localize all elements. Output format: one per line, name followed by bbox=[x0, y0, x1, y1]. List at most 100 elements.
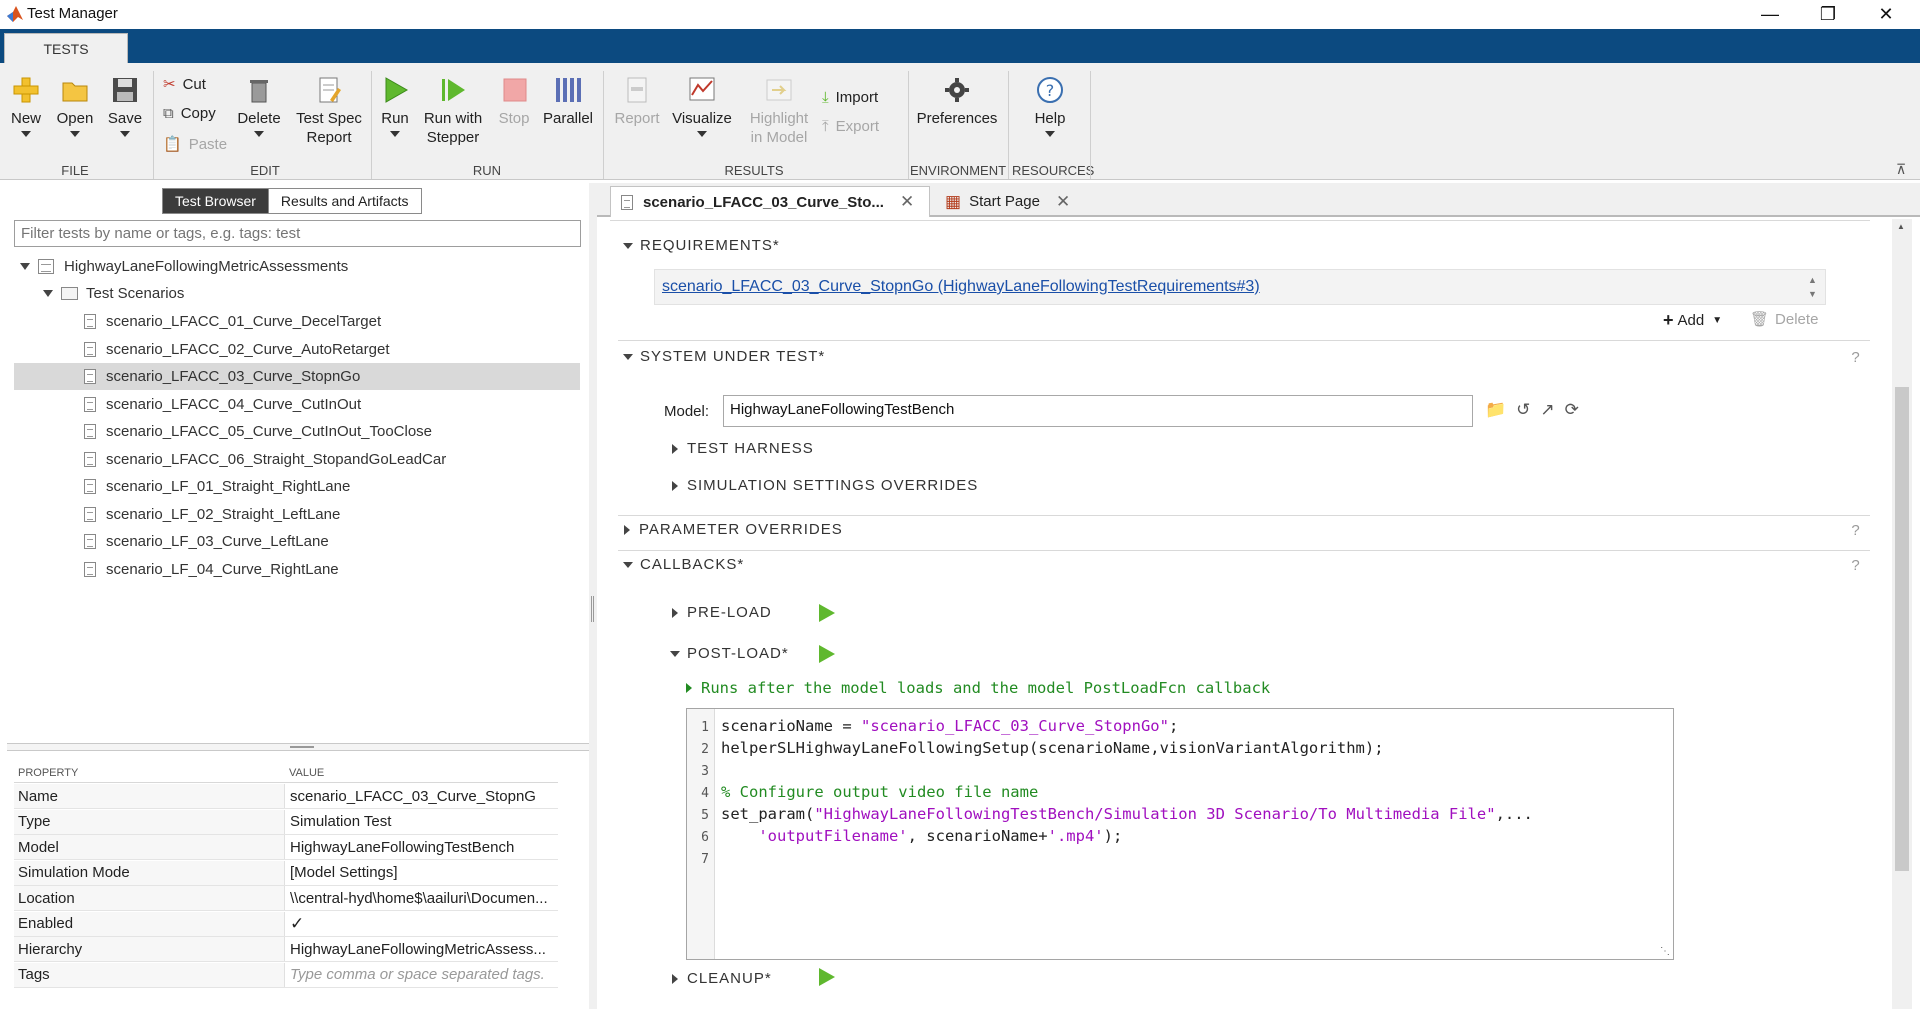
grip-icon bbox=[591, 596, 594, 622]
section-parameter-overrides[interactable]: PARAMETER OVERRIDES bbox=[624, 521, 843, 538]
list-scroll-arrows-icon[interactable]: ▲ ▼ bbox=[1808, 273, 1817, 301]
section-requirements[interactable]: REQUIREMENTS* bbox=[623, 237, 780, 254]
close-tab-icon[interactable]: ✕ bbox=[1056, 192, 1070, 212]
tree-root[interactable]: HighwayLaneFollowingMetricAssessments bbox=[14, 253, 580, 280]
tree-test-item[interactable]: scenario_LF_03_Curve_LeftLane bbox=[14, 528, 580, 555]
property-row: Type Simulation Test bbox=[14, 809, 558, 835]
add-requirement-button[interactable]: + Add ▼ bbox=[1663, 310, 1722, 331]
delete-requirement-button[interactable]: 🗑 Delete bbox=[1750, 310, 1818, 329]
run-post-load-icon[interactable] bbox=[819, 645, 835, 663]
tab-test-browser[interactable]: Test Browser bbox=[162, 188, 269, 214]
tree-test-item[interactable]: scenario_LFACC_03_Curve_StopnGo bbox=[14, 363, 580, 390]
resize-grip-icon[interactable]: ⋱ bbox=[1660, 946, 1670, 957]
help-question-icon[interactable]: ? bbox=[1848, 523, 1863, 538]
minimize-button[interactable]: — bbox=[1742, 0, 1798, 29]
copy-button[interactable]: ⧉ Copy bbox=[163, 105, 216, 122]
chevron-down-icon[interactable] bbox=[20, 263, 30, 270]
tab-start-page[interactable]: ▦ Start Page ✕ bbox=[935, 186, 1085, 217]
save-disk-icon bbox=[113, 78, 137, 102]
tree-test-item[interactable]: scenario_LFACC_06_Straight_StopandGoLead… bbox=[14, 446, 580, 473]
refresh-icon[interactable]: ⟳ bbox=[1565, 400, 1579, 420]
save-button[interactable]: Save bbox=[104, 75, 146, 137]
post-load-code-editor[interactable]: 1 scenarioName = "scenario_LFACC_03_Curve… bbox=[686, 708, 1674, 960]
section-cleanup[interactable]: CLEANUP* bbox=[672, 970, 772, 987]
help-question-icon[interactable]: ? bbox=[1848, 558, 1863, 573]
export-button[interactable]: ⤒ Export bbox=[822, 118, 879, 135]
close-tab-icon[interactable]: ✕ bbox=[900, 192, 914, 212]
test-case-icon bbox=[84, 424, 96, 439]
section-simulation-settings-overrides[interactable]: SIMULATION SETTINGS OVERRIDES bbox=[672, 477, 978, 494]
scroll-up-icon[interactable]: ▲ bbox=[1897, 222, 1905, 231]
filter-input[interactable] bbox=[14, 220, 581, 247]
preferences-button[interactable]: Preferences bbox=[916, 75, 998, 128]
section-system-under-test[interactable]: SYSTEM UNDER TEST* bbox=[623, 348, 825, 365]
test-case-icon bbox=[84, 341, 96, 357]
run-button[interactable]: Run bbox=[378, 75, 412, 137]
post-load-description[interactable]: Runs after the model loads and the model… bbox=[686, 679, 1270, 697]
section-post-load[interactable]: POST-LOAD* bbox=[670, 645, 789, 662]
open-button[interactable]: Open bbox=[54, 75, 96, 137]
test-spec-report-button[interactable]: Test Spec Report bbox=[292, 75, 366, 147]
new-button[interactable]: New bbox=[6, 75, 46, 137]
open-model-icon[interactable]: ↗ bbox=[1540, 400, 1554, 420]
property-row: Model HighwayLaneFollowingTestBench bbox=[14, 835, 558, 860]
editor-scrollbar[interactable]: ▲ bbox=[1892, 219, 1912, 1009]
section-callbacks[interactable]: CALLBACKS* bbox=[623, 556, 744, 573]
results-report-button[interactable]: Report bbox=[612, 75, 662, 128]
panel-splitter[interactable] bbox=[7, 743, 589, 751]
visualize-button[interactable]: Visualize bbox=[670, 75, 734, 137]
section-test-harness[interactable]: TEST HARNESS bbox=[672, 440, 814, 457]
chevron-down-icon bbox=[21, 131, 31, 137]
cut-button[interactable]: ✂ Cut bbox=[163, 75, 206, 94]
tab-results-and-artifacts[interactable]: Results and Artifacts bbox=[268, 188, 422, 214]
import-button[interactable]: ⤓ Import bbox=[822, 89, 878, 106]
tab-tests[interactable]: TESTS bbox=[4, 33, 128, 64]
highlight-in-model-button[interactable]: Highlight in Model bbox=[744, 75, 814, 147]
tree-test-item[interactable]: scenario_LF_01_Straight_RightLane bbox=[14, 473, 580, 500]
stop-button[interactable]: Stop bbox=[494, 75, 534, 128]
chevron-down-icon bbox=[70, 131, 80, 137]
delete-button[interactable]: Delete bbox=[234, 75, 284, 137]
tree-test-item[interactable]: scenario_LF_02_Straight_LeftLane bbox=[14, 501, 580, 528]
property-value: scenario_LFACC_03_Curve_StopnG bbox=[290, 787, 536, 805]
tab-test-file[interactable]: scenario_LFACC_03_Curve_Sto... ✕ bbox=[610, 186, 930, 217]
parallel-button[interactable]: Parallel bbox=[542, 75, 594, 128]
tree-test-item[interactable]: scenario_LFACC_01_Curve_DecelTarget bbox=[14, 308, 580, 335]
tree-test-item[interactable]: scenario_LFACC_04_Curve_CutInOut bbox=[14, 391, 580, 418]
group-separator bbox=[371, 71, 372, 179]
tags-input[interactable]: Type comma or space separated tags. bbox=[285, 963, 558, 987]
scrollbar-thumb[interactable] bbox=[1895, 387, 1909, 871]
run-cleanup-icon[interactable] bbox=[819, 968, 835, 986]
help-button[interactable]: ? Help bbox=[1030, 75, 1070, 137]
paste-icon: 📋 bbox=[163, 136, 182, 153]
browse-folder-icon[interactable]: 📁 bbox=[1485, 400, 1506, 420]
folder-open-icon bbox=[62, 82, 88, 102]
chevron-down-icon bbox=[623, 353, 633, 360]
paste-button[interactable]: 📋 Paste bbox=[163, 135, 227, 154]
use-current-model-icon[interactable]: ↺ bbox=[1516, 400, 1530, 420]
run-pre-load-icon[interactable] bbox=[819, 604, 835, 622]
ribbon-tab-strip bbox=[0, 29, 1920, 63]
tree-suite[interactable]: Test Scenarios bbox=[14, 280, 580, 307]
property-key: Type bbox=[14, 809, 285, 834]
vertical-splitter[interactable] bbox=[589, 183, 597, 1009]
requirement-link[interactable]: scenario_LFACC_03_Curve_StopnGo (Highway… bbox=[662, 278, 1260, 296]
tree-test-item[interactable]: scenario_LFACC_05_Curve_CutInOut_TooClos… bbox=[14, 418, 580, 445]
restore-button[interactable]: ❐ bbox=[1800, 0, 1856, 29]
stepper-play-icon bbox=[442, 79, 465, 101]
code-line: 5 set_param("HighwayLaneFollowingTestBenc… bbox=[701, 805, 1533, 823]
tree-test-item[interactable]: scenario_LF_04_Curve_RightLane bbox=[14, 556, 580, 583]
group-separator bbox=[1008, 71, 1009, 179]
collapse-ribbon-icon[interactable]: ⊼ bbox=[1896, 161, 1906, 178]
model-field[interactable]: HighwayLaneFollowingTestBench bbox=[723, 395, 1473, 427]
run-with-stepper-button[interactable]: Run with Stepper bbox=[420, 75, 486, 147]
enabled-checkbox[interactable]: ✓ bbox=[285, 912, 558, 936]
tree-test-item[interactable]: scenario_LFACC_02_Curve_AutoRetarget bbox=[14, 336, 580, 363]
section-pre-load[interactable]: PRE-LOAD bbox=[672, 604, 772, 621]
chevron-down-icon[interactable] bbox=[43, 290, 53, 297]
code-line: 3 bbox=[701, 764, 709, 779]
new-plus-icon bbox=[13, 77, 39, 103]
close-window-button[interactable]: ✕ bbox=[1858, 0, 1914, 29]
help-question-icon[interactable]: ? bbox=[1848, 350, 1863, 365]
code-line: 4% Configure output video file name bbox=[701, 783, 1039, 801]
